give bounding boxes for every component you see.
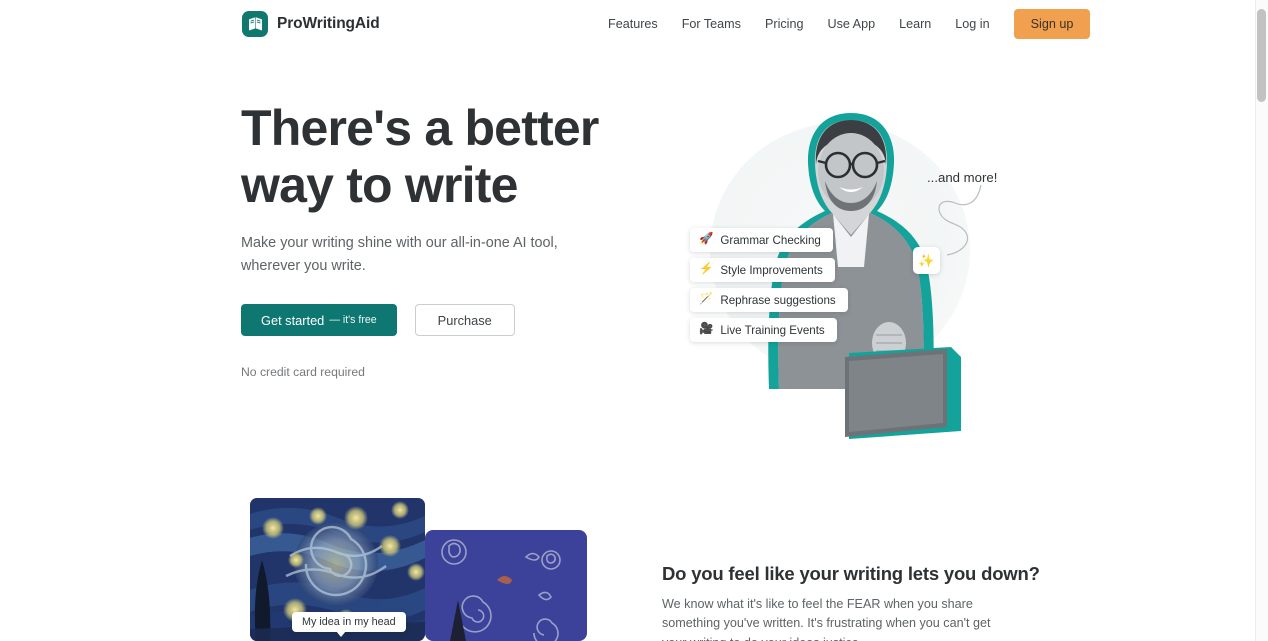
idea-in-my-head-label: My idea in my head	[292, 612, 406, 637]
nav-item-use-app[interactable]: Use App	[815, 10, 887, 38]
book-logo-icon	[242, 11, 268, 37]
page-scrollbar-track[interactable]	[1255, 0, 1268, 641]
chip-label: Grammar Checking	[720, 233, 821, 247]
nav-item-for-teams[interactable]: For Teams	[670, 10, 753, 38]
no-credit-card-note: No credit card required	[241, 365, 365, 379]
chip-style-improvements[interactable]: ⚡ Style Improvements	[690, 258, 835, 282]
feature-chip-list: 🚀 Grammar Checking ⚡ Style Improvements …	[690, 228, 848, 342]
hero-title-line-2: way to write	[241, 157, 518, 213]
hero-illustration: ✨ ...and more! 🚀 Grammar Checking ⚡ Styl…	[655, 95, 1025, 439]
chip-label: Style Improvements	[720, 263, 823, 277]
nav-links: Features For Teams Pricing Use App Learn…	[596, 0, 1091, 48]
hero-action-buttons: Get started — it's free Purchase	[241, 304, 515, 336]
brand-logo-link[interactable]: ProWritingAid	[242, 11, 380, 37]
hero-title-line-1: There's a better	[241, 100, 599, 156]
nav-item-log-in[interactable]: Log in	[943, 10, 1001, 38]
laptop-graphic	[843, 345, 965, 445]
lightning-icon: ⚡	[699, 263, 714, 276]
nav-item-pricing[interactable]: Pricing	[753, 10, 816, 38]
chip-rephrase-suggestions[interactable]: 🪄 Rephrase suggestions	[690, 288, 848, 312]
rocket-icon: 🚀	[699, 233, 714, 246]
hero-subtitle: Make your writing shine with our all-in-…	[241, 235, 558, 274]
nav-item-features[interactable]: Features	[596, 10, 670, 38]
top-navigation-bar: ProWritingAid Features For Teams Pricing…	[0, 0, 1255, 48]
get-started-label: Get started	[261, 312, 325, 328]
chip-label: Live Training Events	[720, 323, 825, 337]
section-body-text: We know what it's like to feel the FEAR …	[662, 597, 991, 641]
get-started-button[interactable]: Get started — it's free	[241, 304, 397, 336]
hero-title: There's a better way to write	[241, 100, 661, 214]
magic-wand-icon: 🪄	[699, 293, 714, 306]
brand-name: ProWritingAid	[277, 15, 380, 32]
nav-item-learn[interactable]: Learn	[887, 10, 943, 38]
squiggle-arrow-icon	[938, 184, 982, 256]
child-drawing-panel	[425, 530, 587, 641]
chip-live-training-events[interactable]: 🎥 Live Training Events	[690, 318, 837, 342]
chip-label: Rephrase suggestions	[720, 293, 836, 307]
video-camera-icon: 🎥	[699, 323, 714, 336]
landing-page: ProWritingAid Features For Teams Pricing…	[0, 0, 1268, 641]
get-started-suffix: — it's free	[329, 314, 377, 326]
chip-grammar-checking[interactable]: 🚀 Grammar Checking	[690, 228, 833, 252]
purchase-button[interactable]: Purchase	[414, 304, 515, 336]
sign-up-button[interactable]: Sign up	[1013, 9, 1091, 39]
page-scrollbar-thumb[interactable]	[1257, 9, 1266, 102]
section-title: Do you feel like your writing lets you d…	[662, 563, 1040, 584]
